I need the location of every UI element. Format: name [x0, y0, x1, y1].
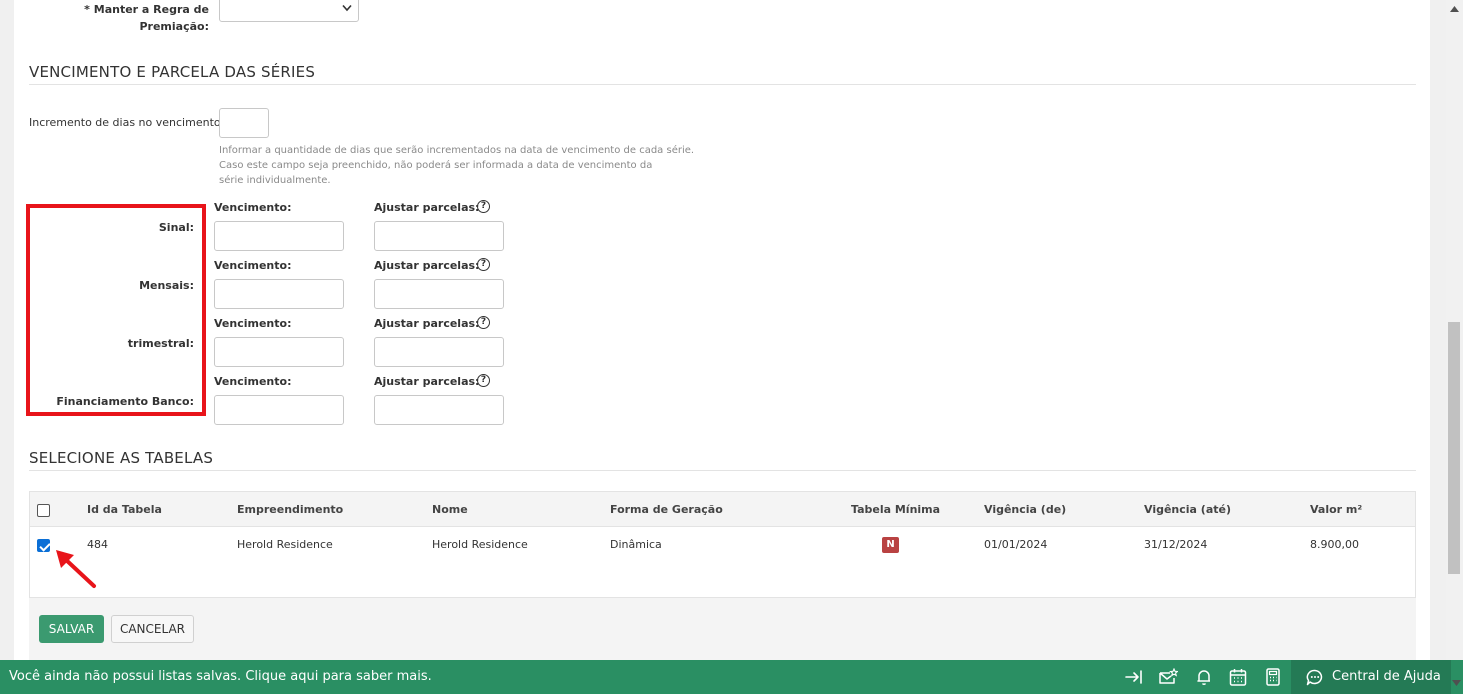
footer-bar: Você ainda não possui listas salvas. Cli…	[0, 660, 1463, 694]
sinal-ajustar-input[interactable]	[374, 221, 504, 251]
hint-line-1: Informar a quantidade de dias que serão …	[219, 145, 695, 156]
vencimento-label: Vencimento:	[214, 201, 292, 214]
premiacao-label-line1: * Manter a Regra de	[84, 3, 209, 16]
increment-label: Incremento de dias no vencimento:	[29, 116, 225, 129]
mensais-vencimento-input[interactable]	[214, 279, 344, 309]
collapse-arrow-icon[interactable]	[1124, 668, 1144, 686]
sinal-vencimento-input[interactable]	[214, 221, 344, 251]
hint-line-2: Caso este campo seja preenchido, não pod…	[219, 160, 653, 171]
select-all-checkbox[interactable]	[37, 504, 50, 517]
calculator-icon[interactable]	[1263, 668, 1283, 686]
vencimento-section-title: VENCIMENTO E PARCELA DAS SÉRIES	[29, 63, 316, 81]
premiacao-label-line2: Premiação:	[139, 20, 209, 33]
actions-bar	[29, 598, 1416, 660]
chevron-down-icon	[342, 4, 352, 12]
vencimento-label: Vencimento:	[214, 375, 292, 388]
financiamento-vencimento-input[interactable]	[214, 395, 344, 425]
increment-days-input[interactable]	[219, 108, 269, 138]
help-circle-icon[interactable]: ?	[477, 374, 490, 387]
hint-line-3: série individualmente.	[219, 175, 331, 186]
vencimento-label: Vencimento:	[214, 259, 292, 272]
help-circle-icon[interactable]: ?	[477, 258, 490, 271]
help-circle-icon[interactable]: ?	[477, 200, 490, 213]
section-divider	[29, 84, 1416, 85]
saved-lists-message[interactable]: Você ainda não possui listas salvas. Cli…	[9, 669, 432, 684]
section-divider	[29, 470, 1416, 471]
scroll-up-icon[interactable]	[1450, 6, 1459, 12]
column-header[interactable]: Forma de Geração	[610, 503, 723, 516]
column-header[interactable]: Id da Tabela	[87, 503, 162, 516]
save-button[interactable]: SALVAR	[39, 615, 104, 643]
cell-valor: 8.900,00	[1310, 538, 1359, 551]
bell-icon[interactable]	[1194, 668, 1214, 686]
column-header[interactable]: Empreendimento	[237, 503, 343, 516]
trimestral-ajustar-input[interactable]	[374, 337, 504, 367]
column-header[interactable]: Nome	[432, 503, 468, 516]
tabela-minima-badge: N	[882, 537, 899, 553]
cell-nome: Herold Residence	[432, 538, 528, 551]
premiacao-label: * Manter a Regra de Premiação:	[54, 1, 209, 35]
calendar-icon[interactable]	[1228, 668, 1248, 686]
annotation-arrow-icon	[56, 550, 96, 588]
cell-vigencia-de: 01/01/2024	[984, 538, 1048, 551]
increment-hint: Informar a quantidade de dias que serão …	[219, 143, 694, 188]
vencimento-label: Vencimento:	[214, 317, 292, 330]
cell-vigencia-ate: 31/12/2024	[1144, 538, 1208, 551]
row-checkbox[interactable]	[37, 539, 50, 552]
chat-bubble-icon	[1306, 669, 1323, 686]
ajustar-parcelas-label: Ajustar parcelas:	[374, 375, 480, 388]
cancel-button[interactable]: CANCELAR	[111, 615, 194, 643]
mail-star-icon[interactable]	[1158, 668, 1178, 686]
financiamento-ajustar-input[interactable]	[374, 395, 504, 425]
ajustar-parcelas-label: Ajustar parcelas:	[374, 201, 480, 214]
help-center-label: Central de Ajuda	[1332, 669, 1441, 684]
trimestral-vencimento-input[interactable]	[214, 337, 344, 367]
tabelas-section-title: SELECIONE AS TABELAS	[29, 449, 214, 467]
column-header[interactable]: Vigência (até)	[1144, 503, 1231, 516]
cell-forma: Dinâmica	[610, 538, 662, 551]
main-content: * Manter a Regra de Premiação: VENCIMENT…	[14, 0, 1430, 694]
premiacao-select[interactable]	[219, 0, 359, 22]
column-header[interactable]: Tabela Mínima	[851, 503, 940, 516]
ajustar-parcelas-label: Ajustar parcelas:	[374, 317, 480, 330]
ajustar-parcelas-label: Ajustar parcelas:	[374, 259, 480, 272]
cell-empreendimento: Herold Residence	[237, 538, 333, 551]
column-header[interactable]: Vigência (de)	[984, 503, 1066, 516]
column-header[interactable]: Valor m²	[1310, 503, 1362, 516]
help-center-button[interactable]: Central de Ajuda	[1291, 660, 1451, 694]
annotation-highlight-box	[26, 204, 206, 416]
help-circle-icon[interactable]: ?	[477, 316, 490, 329]
mensais-ajustar-input[interactable]	[374, 279, 504, 309]
scrollbar-thumb[interactable]	[1448, 322, 1460, 574]
scroll-down-icon[interactable]	[1452, 680, 1461, 686]
